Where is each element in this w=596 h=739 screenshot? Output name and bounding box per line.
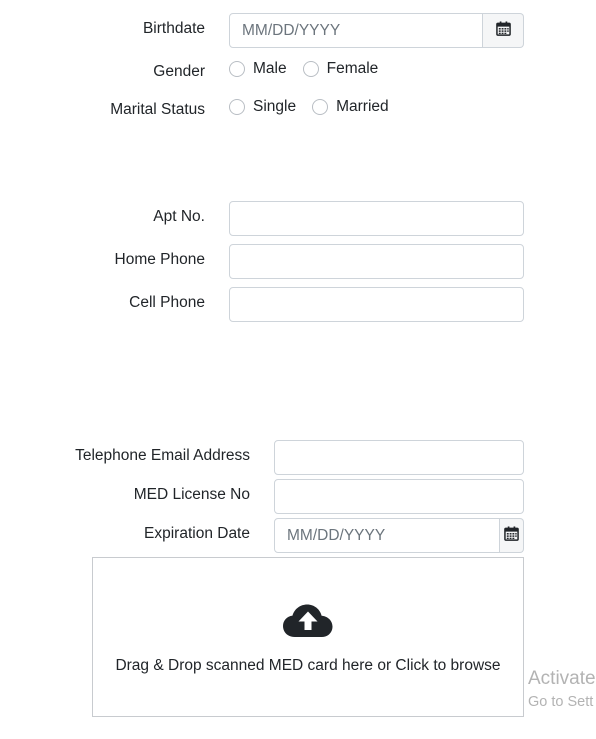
birthdate-input[interactable] (229, 13, 483, 48)
gender-radio-group: Male Female (229, 60, 394, 78)
radio-button[interactable] (229, 61, 245, 77)
expiration-date-label: Expiration Date (144, 525, 250, 542)
dropzone-text: Drag & Drop scanned MED card here or Cli… (115, 657, 501, 674)
activate-watermark-subtitle: Go to Sett (528, 694, 594, 710)
telephone-email-input[interactable] (274, 440, 524, 475)
expiration-date-input[interactable] (274, 518, 500, 553)
marital-status-radio-group: Single Married (229, 98, 405, 116)
expiration-calendar-button[interactable] (500, 518, 524, 553)
calendar-icon (495, 20, 511, 41)
radio-label: Single (253, 98, 297, 115)
radio-label: Married (336, 98, 389, 115)
apt-no-label: Apt No. (153, 208, 205, 225)
cloud-upload-icon (283, 604, 333, 643)
birthdate-field-group (229, 13, 524, 48)
telephone-email-label: Telephone Email Address (75, 447, 250, 464)
expiration-date-field-group (274, 518, 524, 553)
radio-label: Male (253, 60, 287, 77)
gender-option-male[interactable]: Male (229, 60, 287, 78)
activate-watermark-title: Activate (528, 668, 596, 689)
marital-option-single[interactable]: Single (229, 98, 296, 116)
calendar-icon (504, 525, 519, 546)
gender-label: Gender (153, 63, 205, 80)
cell-phone-label: Cell Phone (129, 294, 205, 311)
marital-status-label: Marital Status (110, 101, 205, 118)
med-license-input[interactable] (274, 479, 524, 514)
radio-button[interactable] (312, 99, 329, 115)
radio-button[interactable] (302, 61, 319, 77)
home-phone-input[interactable] (229, 244, 524, 279)
radio-label: Female (326, 60, 379, 77)
marital-option-married[interactable]: Married (312, 98, 389, 116)
radio-button[interactable] (229, 99, 245, 115)
home-phone-label: Home Phone (114, 251, 205, 268)
birthdate-label: Birthdate (142, 20, 205, 37)
birthdate-calendar-button[interactable] (483, 13, 524, 48)
cell-phone-input[interactable] (229, 287, 524, 322)
apt-no-input[interactable] (229, 201, 524, 236)
gender-option-female[interactable]: Female (302, 60, 379, 78)
med-card-dropzone[interactable]: Drag & Drop scanned MED card here or Cli… (92, 557, 524, 717)
med-license-label: MED License No (133, 486, 250, 503)
